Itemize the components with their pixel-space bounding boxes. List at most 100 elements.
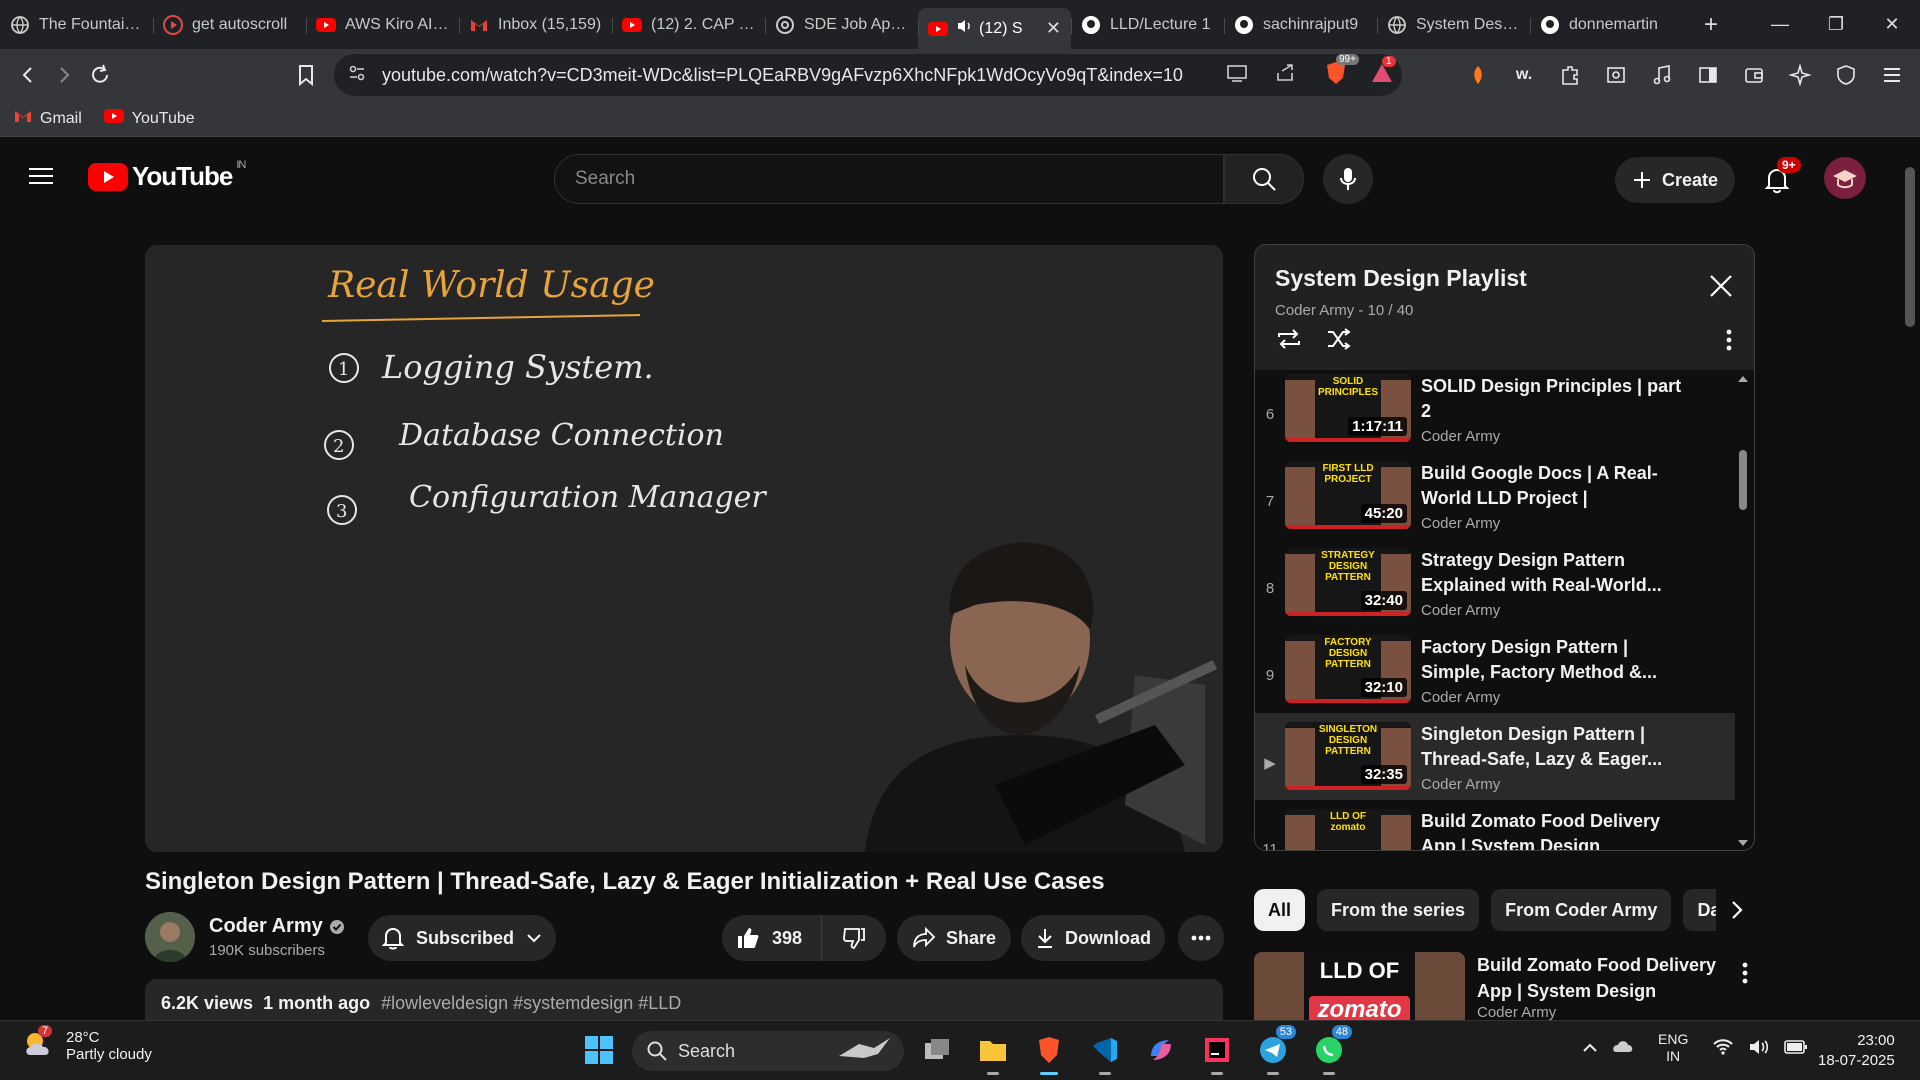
guide-menu-icon[interactable] [28,165,60,193]
share-page-icon[interactable] [1274,63,1296,88]
shuffle-icon[interactable] [1325,327,1353,356]
audio-playing-icon[interactable] [957,19,973,38]
playlist-title[interactable]: System Design Playlist [1275,265,1734,292]
page-scrollbar-thumb[interactable] [1905,167,1915,327]
wifi-icon[interactable] [1712,1038,1734,1059]
brave-shields-icon[interactable]: 99+ [1324,53,1359,91]
vpn-icon[interactable] [1828,57,1864,93]
playlist-item[interactable]: 7 FIRST LLD PROJECT 45:20 Build Google Docs… [1255,452,1735,539]
recommended-video[interactable]: LLD OF zomato Build Zomato Food Delivery… [1254,952,1764,1020]
create-button[interactable]: Create [1615,157,1735,203]
url-text[interactable]: youtube.com/watch?v=CD3meit-WDc&list=PLQ… [382,65,1226,86]
download-button[interactable]: Download [1021,915,1165,961]
brave-rewards-icon[interactable]: 1 [1370,55,1396,89]
playlist-thumbnail[interactable]: STRATEGY DESIGN PATTERN 32:40 [1285,548,1411,616]
share-button[interactable]: Share [897,915,1011,961]
browser-tab[interactable]: The Fountainhead [0,6,153,44]
security-tray-icon[interactable] [1612,1038,1634,1059]
whatsapp-icon[interactable]: 48 [1308,1025,1352,1075]
close-tab-icon[interactable]: ✕ [1046,18,1061,39]
intellij-icon[interactable] [1196,1029,1238,1075]
cast-icon[interactable] [1226,63,1248,88]
windows-start-icon[interactable] [584,1035,614,1070]
address-bar[interactable]: youtube.com/watch?v=CD3meit-WDc&list=PLQ… [334,53,1402,96]
system-clock[interactable]: 23:00 18-07-2025 [1818,1031,1895,1071]
voice-search-button[interactable] [1323,154,1373,204]
subscribed-button[interactable]: Subscribed [368,915,556,961]
chevron-right-icon[interactable] [1716,889,1758,931]
filter-chip[interactable]: All [1254,889,1306,931]
browser-tab[interactable]: sachinrajput9 [1224,6,1377,44]
weather-widget[interactable]: 7 28°C Partly cloudy [22,1025,152,1063]
extensions-puzzle-icon[interactable] [1552,57,1588,93]
volume-icon[interactable] [1748,1038,1770,1059]
browser-tab[interactable]: LLD/Lecture 1 [1071,6,1224,44]
telegram-icon[interactable]: 53 [1252,1025,1296,1075]
browser-tab[interactable]: get autoscroll [153,6,306,44]
forward-icon[interactable] [46,57,82,93]
playlist-item[interactable]: 6 SOLID PRINCIPLES 1:17:11 SOLID Design Pri… [1255,370,1735,452]
playlist-item[interactable]: 11 LLD OF zomato Build Zomato Food Deliver… [1255,800,1735,850]
copilot-icon[interactable] [1140,1029,1182,1071]
dislike-button[interactable] [822,915,886,961]
filter-chip[interactable]: From the series [1317,889,1480,931]
leo-ai-icon[interactable] [1460,57,1496,93]
close-icon[interactable] [1706,271,1736,301]
playlist-thumbnail[interactable]: SINGLETON DESIGN PATTERN 32:35 [1285,722,1411,790]
scrollbar-thumb[interactable] [1739,450,1747,510]
recommended-channel[interactable]: Coder Army [1477,1004,1727,1020]
loop-icon[interactable] [1275,327,1303,356]
language-indicator[interactable]: ENG IN [1658,1031,1688,1065]
bookmark-icon[interactable] [288,57,324,93]
account-avatar[interactable] [1824,157,1866,199]
browser-tab[interactable]: System Design [1377,6,1530,44]
sidebar-icon[interactable] [1690,57,1726,93]
battery-icon[interactable] [1784,1039,1808,1058]
task-view-icon[interactable] [916,1029,958,1071]
playlist-scrollbar[interactable] [1733,370,1754,850]
playlist-thumbnail[interactable]: FACTORY DESIGN PATTERN 32:10 [1285,635,1411,703]
wordtune-icon[interactable]: w. [1506,57,1542,93]
notifications-button[interactable]: 9+ [1754,157,1801,203]
filter-chip[interactable]: From Coder Army [1491,889,1672,931]
recommended-thumbnail[interactable]: LLD OF zomato [1254,952,1465,1020]
search-input[interactable]: Search [554,154,1224,204]
browser-tab[interactable]: SDE Job Application [765,6,918,44]
more-actions-button[interactable] [1178,915,1224,961]
browser-tab[interactable]: donnemartin [1530,6,1683,44]
back-icon[interactable] [10,57,46,93]
minimize-icon[interactable]: — [1752,0,1808,49]
brave-browser-icon[interactable] [1028,1029,1070,1075]
taskbar-search[interactable]: Search [632,1031,904,1071]
screenshot-icon[interactable] [1598,57,1634,93]
bookmark-gmail[interactable]: Gmail [14,109,82,128]
search-button[interactable] [1224,154,1304,204]
browser-tab[interactable]: (12) S ✕ [918,8,1071,49]
description-box[interactable]: 6.2K views 1 month ago #lowleveldesign #… [145,979,1223,1020]
more-vertical-icon[interactable] [1742,962,1748,989]
channel-name[interactable]: Coder Army [209,915,345,938]
hashtags[interactable]: #lowleveldesign #systemdesign #LLD [381,993,681,1013]
wallet-icon[interactable] [1736,57,1772,93]
chevron-up-icon[interactable] [1582,1040,1598,1056]
restore-icon[interactable]: ❐ [1808,0,1864,49]
more-vertical-icon[interactable] [1726,329,1732,356]
playlist-item[interactable]: 8 STRATEGY DESIGN PATTERN 32:40 Strategy De… [1255,539,1735,626]
menu-icon[interactable] [1874,57,1910,93]
vscode-icon[interactable] [1084,1029,1126,1075]
playlist-thumbnail[interactable]: LLD OF zomato [1285,809,1411,850]
playlist-item[interactable]: 9 FACTORY DESIGN PATTERN 32:10 Factory Desi… [1255,626,1735,713]
browser-tab[interactable]: AWS Kiro AI IDE [306,6,459,44]
media-icon[interactable] [1644,57,1680,93]
playlist-thumbnail[interactable]: SOLID PRINCIPLES 1:17:11 [1285,374,1411,442]
playlist-thumbnail[interactable]: FIRST LLD PROJECT 45:20 [1285,461,1411,529]
new-tab-icon[interactable]: + [1691,5,1731,45]
channel-avatar[interactable] [145,912,195,962]
leo-sparkle-icon[interactable] [1782,57,1818,93]
page-scrollbar[interactable] [1900,137,1920,1020]
close-window-icon[interactable]: ✕ [1864,0,1920,49]
youtube-logo[interactable]: YouTube IN [88,159,246,192]
browser-tab[interactable]: (12) 2. CAP Theorem [612,6,765,44]
bookmark-youtube[interactable]: YouTube [103,109,195,128]
video-player[interactable]: Real World Usage 1 Logging System. 2 Dat… [145,245,1223,852]
